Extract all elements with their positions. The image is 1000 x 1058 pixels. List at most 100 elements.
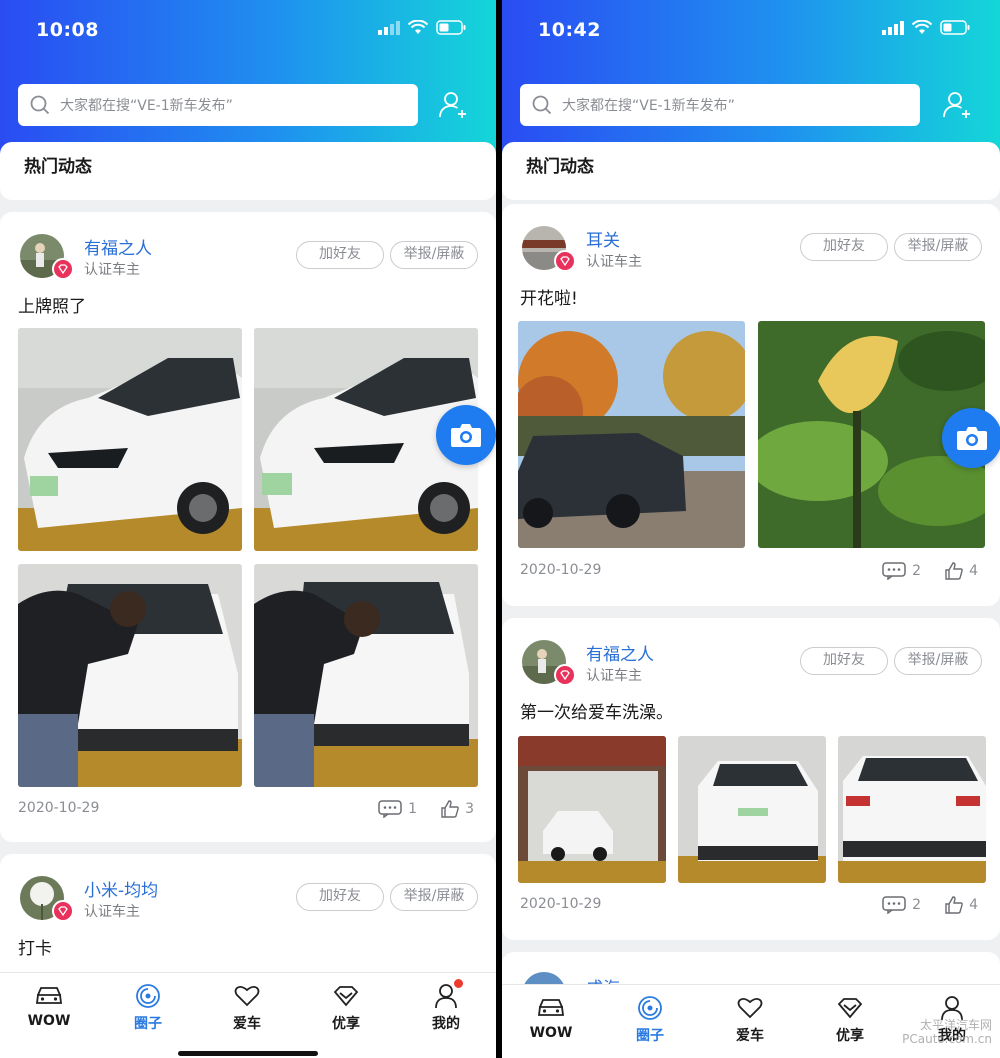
post-date: 2020-10-29 — [520, 562, 602, 578]
left-screen: 10:08 大家都在搜“VE-1新车发布” 热门动态 有福之人 认证车主 加好友… — [0, 0, 496, 1058]
comment-icon[interactable] — [378, 800, 402, 818]
comment-icon[interactable] — [882, 896, 906, 914]
tab-circle[interactable]: 圈子 — [108, 983, 188, 1033]
search-placeholder: 大家都在搜“VE-1新车发布” — [562, 98, 735, 114]
add-user-icon[interactable] — [942, 90, 972, 120]
post-stats: 1 3 — [378, 800, 474, 818]
like-count: 4 — [969, 897, 978, 913]
verified-badge-icon — [554, 664, 576, 686]
search-icon — [30, 95, 50, 115]
like-count: 3 — [465, 801, 474, 817]
post-card[interactable]: 有福之人 认证车主 加好友 举报/屏蔽 第一次给爱车洗澡。 2020-10-29… — [502, 618, 1000, 940]
add-friend-button[interactable]: 加好友 — [296, 241, 384, 269]
post-date: 2020-10-29 — [520, 896, 602, 912]
search-bar[interactable]: 大家都在搜“VE-1新车发布” — [18, 84, 418, 126]
post-photo[interactable] — [18, 564, 242, 787]
post-photo[interactable] — [18, 328, 242, 551]
post-date: 2020-10-29 — [18, 800, 100, 816]
post-photo[interactable] — [254, 564, 478, 787]
circle-icon — [638, 996, 662, 1020]
username[interactable]: 有福之人 — [586, 640, 654, 665]
tab-me[interactable]: 我的 — [406, 979, 486, 1033]
tab-my-car[interactable]: 爱车 — [710, 995, 790, 1045]
tab-label: 圈子 — [636, 1028, 664, 1044]
status-bar: 10:08 — [36, 16, 466, 44]
heart-icon — [737, 997, 763, 1019]
add-friend-button[interactable]: 加好友 — [296, 883, 384, 911]
comment-icon[interactable] — [882, 562, 906, 580]
status-bar: 10:42 — [538, 16, 970, 44]
tab-perks[interactable]: 优享 — [810, 995, 890, 1045]
tab-label: 爱车 — [736, 1028, 764, 1044]
username[interactable]: 耳关 — [586, 226, 620, 251]
tab-circle[interactable]: 圈子 — [610, 995, 690, 1045]
car-icon — [35, 987, 63, 1004]
tab-my-car[interactable]: 爱车 — [207, 983, 287, 1033]
post-photo[interactable] — [838, 736, 986, 883]
post-photo[interactable] — [678, 736, 826, 883]
tab-label: 爱车 — [233, 1016, 261, 1032]
add-user-icon[interactable] — [438, 90, 468, 120]
report-block-button[interactable]: 举报/屏蔽 — [894, 647, 982, 675]
right-screen: 10:42 大家都在搜“VE-1新车发布” 热门动态 耳关 认证车主 加好友 举… — [502, 0, 1000, 1058]
circle-icon — [136, 984, 160, 1008]
verified-badge-icon — [554, 250, 576, 272]
camera-button[interactable] — [942, 408, 1000, 468]
post-text: 上牌照了 — [18, 297, 86, 317]
post-stats: 2 4 — [882, 562, 978, 580]
camera-button[interactable] — [436, 405, 496, 465]
battery-icon — [940, 20, 970, 35]
post-photo[interactable] — [518, 736, 666, 883]
tab-label: 圈子 — [134, 1016, 162, 1032]
watermark: 太平洋汽车网 PCauto.com.cn — [902, 1018, 992, 1046]
report-block-button[interactable]: 举报/屏蔽 — [894, 233, 982, 261]
tab-wow[interactable]: WOW — [511, 995, 591, 1041]
report-block-button[interactable]: 举报/屏蔽 — [390, 241, 478, 269]
tab-label: 优享 — [332, 1016, 360, 1032]
user-role: 认证车主 — [586, 668, 642, 684]
thumbs-up-icon[interactable] — [945, 896, 963, 914]
search-icon — [532, 95, 552, 115]
signal-icon — [882, 20, 904, 35]
hot-section-card: 热门动态 — [0, 142, 496, 200]
thumbs-up-icon[interactable] — [945, 562, 963, 580]
thumbs-up-icon[interactable] — [441, 800, 459, 818]
battery-icon — [436, 20, 466, 35]
wifi-icon — [912, 20, 932, 34]
status-time: 10:08 — [36, 19, 99, 41]
username[interactable]: 有福之人 — [84, 234, 152, 259]
tab-label: WOW — [529, 1025, 573, 1041]
post-card[interactable]: 耳关 认证车主 加好友 举报/屏蔽 开花啦! 2020-10-29 2 4 — [502, 204, 1000, 606]
add-friend-button[interactable]: 加好友 — [800, 647, 888, 675]
section-title: 热门动态 — [526, 157, 594, 177]
post-text: 开花啦! — [520, 289, 578, 309]
wifi-icon — [408, 20, 428, 34]
post-text: 打卡 — [18, 939, 52, 959]
verified-badge-icon — [52, 258, 74, 280]
username[interactable]: 小米-均均 — [84, 876, 158, 901]
heart-icon — [234, 985, 260, 1007]
report-block-button[interactable]: 举报/屏蔽 — [390, 883, 478, 911]
verified-badge-icon — [52, 900, 74, 922]
user-role: 认证车主 — [84, 262, 140, 278]
tab-perks[interactable]: 优享 — [306, 983, 386, 1033]
add-friend-button[interactable]: 加好友 — [800, 233, 888, 261]
tab-wow[interactable]: WOW — [9, 983, 89, 1029]
tab-label: WOW — [27, 1013, 71, 1029]
diamond-icon — [333, 986, 359, 1007]
signal-icon — [378, 20, 400, 35]
post-photo[interactable] — [518, 321, 745, 548]
comment-count: 1 — [408, 801, 418, 817]
camera-icon — [451, 424, 481, 447]
post-card[interactable]: 有福之人 认证车主 加好友 举报/屏蔽 上牌照了 2020-10-29 1 3 — [0, 212, 496, 842]
search-bar[interactable]: 大家都在搜“VE-1新车发布” — [520, 84, 920, 126]
home-indicator — [178, 1051, 318, 1056]
diamond-icon — [837, 998, 863, 1019]
user-role: 认证车主 — [586, 254, 642, 270]
comment-count: 2 — [912, 563, 922, 579]
post-text: 第一次给爱车洗澡。 — [520, 703, 673, 723]
status-time: 10:42 — [538, 19, 601, 41]
hot-section-card: 热门动态 — [502, 142, 1000, 200]
notification-dot — [454, 979, 463, 988]
car-icon — [537, 999, 565, 1016]
